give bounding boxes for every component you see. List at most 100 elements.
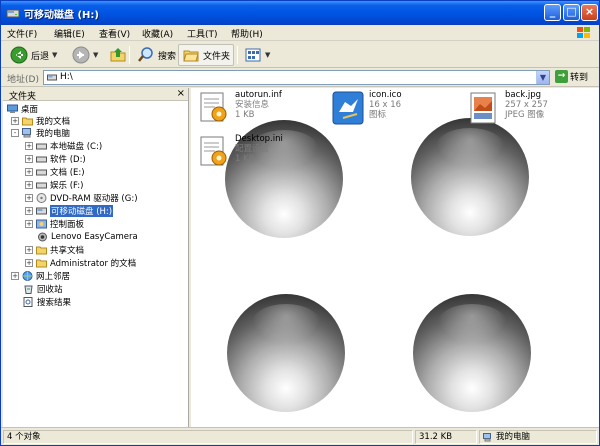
folder-icon [36,259,47,268]
tree-item-drive-c[interactable]: + 本地磁盘 (C:) [25,140,102,152]
expand-icon[interactable]: + [25,155,33,163]
expand-icon[interactable]: + [25,168,33,176]
go-arrow-icon: → [555,70,568,83]
address-input[interactable]: H:\ ▼ [43,70,550,85]
go-button[interactable]: → 转到 [555,70,588,83]
menu-favorites[interactable]: 收藏(A) [142,27,173,40]
file-type: 安装信息 [235,100,270,110]
computer-icon [22,128,31,138]
image-icon [470,92,496,124]
expand-icon[interactable]: + [11,117,19,125]
tree-item-admin-documents[interactable]: + Administrator 的文档 [25,257,136,269]
tree-item-drive-d[interactable]: + 软件 (D:) [25,153,86,165]
menu-bar: 文件(F) 编辑(E) 查看(V) 收藏(A) 工具(T) 帮助(H) [1,25,599,41]
menu-tools[interactable]: 工具(T) [187,27,218,40]
network-icon [22,271,33,281]
windows-logo-icon [577,27,590,38]
file-item-desktop-ini[interactable]: Desktop.ini 配置设置 1 KB [197,134,283,170]
back-button[interactable]: 后退 ▼ [7,44,60,66]
file-name: back.jpg [505,90,542,100]
file-type: 配置设置 [235,144,270,154]
address-dropdown-icon[interactable]: ▼ [536,71,549,84]
folder-pane-title: 文件夹 [9,92,37,102]
expand-icon[interactable]: + [25,207,33,215]
forward-button[interactable]: ▼ [69,44,101,66]
tree-item-drive-f[interactable]: + 娱乐 (F:) [25,179,83,191]
collapse-icon[interactable]: - [11,129,19,137]
tree-item-my-documents[interactable]: + 我的文档 [11,115,70,127]
tree-item-drive-h[interactable]: + 可移动磁盘 (H:) [25,205,114,217]
folders-button[interactable]: 文件夹 [178,44,235,66]
status-objects-text: 4 个对象 [7,432,41,442]
go-label: 转到 [570,73,589,83]
tree-item-search-results[interactable]: 搜索结果 [23,296,71,308]
tree-item-recycle-bin[interactable]: 回收站 [23,283,63,295]
tree-item-my-computer[interactable]: - 我的电脑 [11,127,70,139]
status-object-count: 4 个对象 [3,430,413,444]
computer-icon [483,432,491,441]
drive-icon [47,74,57,81]
close-button[interactable]: × [581,4,598,21]
status-size-text: 31.2 KB [419,432,453,442]
tree-item-label: DVD-RAM 驱动器 (G:) [50,194,138,204]
folder-pane-header: 文件夹 × [3,88,188,102]
settings-file-icon [200,136,227,166]
tree-item-desktop[interactable]: 桌面 [7,103,38,115]
drive-icon [36,143,47,150]
close-pane-icon[interactable]: × [177,88,185,99]
file-size: 1 KB [235,154,255,164]
menu-view[interactable]: 查看(V) [99,27,130,40]
folder-pane: 文件夹 × 桌面 + 我的文档 - 我的电脑 + 本地磁盘 (C:) + 软件 … [3,88,189,427]
folder-icon [36,246,47,255]
status-location-text: 我的电脑 [496,432,531,442]
minimize-button[interactable]: _ [544,4,561,21]
back-dropdown-icon[interactable]: ▼ [52,51,57,59]
drive-icon [36,156,47,163]
views-button[interactable]: ▼ [241,44,273,66]
file-item-autorun[interactable]: autorun.inf 安装信息 1 KB [197,90,282,126]
toolbar-separator [129,46,130,64]
file-size: JPEG 图像 [505,110,545,120]
expand-icon[interactable]: + [25,181,33,189]
file-item-back-jpg[interactable]: back.jpg 257 x 257 JPEG 图像 [467,90,548,126]
removable-disk-icon [36,207,47,215]
tree-item-drive-g[interactable]: + DVD-RAM 驱动器 (G:) [25,192,138,204]
file-type: 257 x 257 [505,100,548,110]
expand-icon[interactable]: + [25,142,33,150]
tree-item-network-places[interactable]: + 网上邻居 [11,270,70,282]
tree-item-label: 搜索结果 [37,298,72,308]
expand-icon[interactable]: + [11,272,19,280]
file-item-icon[interactable]: icon.ico 16 x 16 图标 [331,90,402,126]
sphere-background-image [411,118,529,236]
title-bar[interactable]: 可移动磁盘 (H:) _ □ × [1,1,599,25]
window-title: 可移动磁盘 (H:) [24,10,99,21]
tree-item-label: 控制面板 [50,220,85,230]
maximize-button[interactable]: □ [563,4,580,21]
tree-item-label: 共享文档 [50,246,85,256]
search-results-icon [23,297,33,307]
expand-icon[interactable]: + [25,220,33,228]
tree-item-label: 桌面 [21,105,39,115]
views-icon [245,48,261,62]
tree-item-label: 本地磁盘 (C:) [50,142,103,152]
up-folder-button[interactable] [106,44,130,66]
expand-icon[interactable]: + [25,246,33,254]
menu-help[interactable]: 帮助(H) [231,27,263,40]
file-view[interactable]: autorun.inf 安装信息 1 KB icon.ico 16 x 16 图… [191,88,599,427]
forward-dropdown-icon[interactable]: ▼ [93,51,98,59]
expand-icon[interactable]: + [25,259,33,267]
tree-item-label: 我的电脑 [36,129,71,139]
tree-item-label: 文档 (E:) [50,168,85,178]
menu-edit[interactable]: 编辑(E) [54,27,85,40]
tree-item-easycamera[interactable]: Lenovo EasyCamera [37,231,138,243]
status-location: 我的电脑 [479,430,597,444]
tree-item-label: 软件 (D:) [50,155,86,165]
tree-item-control-panel[interactable]: + 控制面板 [25,218,84,230]
expand-icon[interactable]: + [25,194,33,202]
tree-item-shared-documents[interactable]: + 共享文档 [25,244,84,256]
bird-icon [332,91,364,125]
menu-file[interactable]: 文件(F) [7,27,37,40]
tree-item-drive-e[interactable]: + 文档 (E:) [25,166,85,178]
search-button[interactable]: 搜索 [134,44,179,66]
views-dropdown-icon[interactable]: ▼ [265,51,270,59]
